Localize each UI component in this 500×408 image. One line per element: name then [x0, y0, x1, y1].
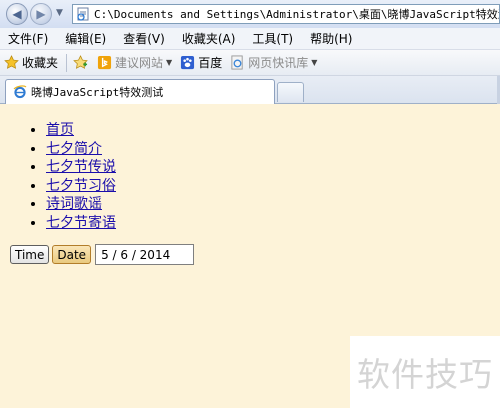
list-item: 七夕节寄语 — [46, 214, 116, 233]
nav-link-intro[interactable]: 七夕简介 — [46, 141, 102, 157]
menu-edit[interactable]: 编辑(E) — [61, 30, 112, 47]
baidu-paw-icon — [181, 55, 195, 70]
address-field[interactable]: C:\Documents and Settings\Administrator\… — [72, 4, 500, 24]
history-dropdown-icon[interactable]: ▼ — [56, 8, 63, 18]
bing-icon — [97, 55, 112, 70]
list-item: 首页 — [46, 121, 116, 140]
nav-link-legend[interactable]: 七夕节传说 — [46, 159, 116, 175]
chevron-down-icon[interactable]: ▼ — [311, 58, 317, 67]
menu-favorites[interactable]: 收藏夹(A) — [178, 30, 242, 47]
suggested-sites-label: 建议网站 — [115, 56, 164, 70]
back-arrow-icon: ◀ — [12, 7, 22, 21]
list-item: 七夕简介 — [46, 140, 116, 159]
list-item: 七夕节传说 — [46, 158, 116, 177]
menu-file[interactable]: 文件(F) — [4, 30, 54, 47]
new-tab-button[interactable] — [277, 82, 304, 102]
watermark: 软件技巧 — [350, 336, 500, 408]
baidu-link[interactable]: 百度 — [180, 54, 222, 71]
list-item: 诗词歌谣 — [46, 195, 116, 214]
chevron-down-icon[interactable]: ▼ — [166, 58, 172, 67]
ie-page-icon — [13, 85, 27, 99]
date-button[interactable]: Date — [52, 245, 92, 264]
tab-active[interactable]: 晓博JavaScript特效测试 — [5, 79, 275, 104]
web-slice-label: 网页快讯库 — [248, 56, 309, 70]
favorites-button[interactable]: 收藏夹 — [4, 54, 58, 71]
nav-link-list: 首页 七夕简介 七夕节传说 七夕节习俗 诗词歌谣 七夕节寄语 — [46, 121, 116, 232]
date-value-field[interactable] — [95, 244, 195, 265]
tab-title: 晓博JavaScript特效测试 — [31, 86, 164, 99]
page-icon — [77, 7, 89, 21]
nav-link-messages[interactable]: 七夕节寄语 — [46, 215, 116, 231]
nav-link-poems[interactable]: 诗词歌谣 — [46, 196, 102, 212]
date-time-controls: Time Date — [10, 244, 195, 265]
baidu-label: 百度 — [198, 56, 223, 70]
menu-view[interactable]: 查看(V) — [119, 30, 171, 47]
menu-help[interactable]: 帮助(H) — [306, 30, 358, 47]
web-slice-icon — [231, 55, 243, 70]
add-star-icon — [73, 55, 88, 69]
web-slice-gallery-button[interactable]: 网页快讯库 ▼ — [230, 54, 317, 71]
favorites-bar: 收藏夹 建议网站 ▼ 百度 网页快讯库 ▼ — [0, 50, 500, 76]
favorites-label: 收藏夹 — [22, 56, 59, 70]
address-text[interactable]: C:\Documents and Settings\Administrator\… — [94, 6, 499, 22]
forward-arrow-icon: ▶ — [36, 7, 46, 21]
address-toolbar: ◀ ▶ ▼ C:\Documents and Settings\Administ… — [0, 0, 500, 28]
list-item: 七夕节习俗 — [46, 177, 116, 196]
menu-bar: 文件(F) 编辑(E) 查看(V) 收藏夹(A) 工具(T) 帮助(H) — [0, 28, 500, 50]
menu-tools[interactable]: 工具(T) — [248, 30, 299, 47]
watermark-text: 软件技巧 — [357, 355, 493, 394]
add-favorite-button[interactable] — [73, 55, 91, 70]
toolbar-separator — [66, 53, 68, 72]
nav-link-home[interactable]: 首页 — [46, 122, 74, 138]
back-button[interactable]: ◀ — [6, 3, 28, 25]
tab-strip: 晓博JavaScript特效测试 — [0, 76, 500, 104]
time-button[interactable]: Time — [10, 245, 50, 264]
nav-link-customs[interactable]: 七夕节习俗 — [46, 178, 116, 194]
forward-button[interactable]: ▶ — [30, 3, 52, 25]
star-icon — [4, 55, 19, 69]
suggested-sites-button[interactable]: 建议网站 ▼ — [97, 54, 172, 71]
